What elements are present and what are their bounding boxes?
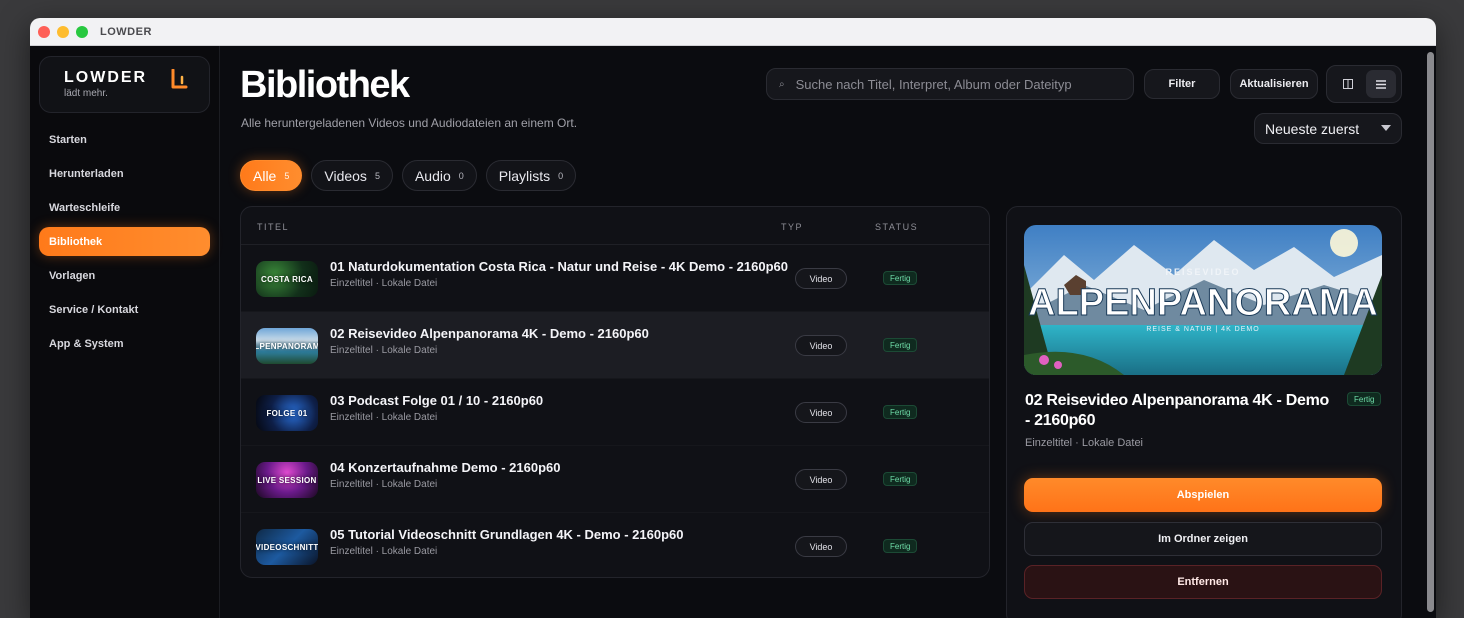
chip-label: Videos	[324, 167, 367, 184]
chip-count: 5	[374, 170, 380, 181]
row-title: 02 Reisevideo Alpenpanorama 4K - Demo - …	[330, 326, 649, 341]
chevron-down-icon	[1381, 125, 1391, 131]
list-view-icon[interactable]	[1365, 70, 1396, 98]
chip-playlists[interactable]: Playlists 0	[485, 160, 577, 191]
row-thumbnail: FOLGE 01	[256, 395, 318, 431]
status-badge: Fertig	[883, 338, 918, 352]
status-badge: Fertig	[883, 271, 918, 285]
sidebar-item-app-system[interactable]: App & System	[39, 329, 210, 358]
search-input[interactable]	[795, 76, 1116, 92]
type-badge: Video	[795, 335, 847, 356]
row-title: 04 Konzertaufnahme Demo - 2160p60	[330, 460, 561, 475]
chip-count: 0	[558, 170, 564, 181]
library-table: TITEL TYP STATUS COSTA RICA 01 Naturdoku…	[240, 206, 990, 578]
sort-label: Neueste zuerst	[1265, 120, 1360, 137]
row-title: 03 Podcast Folge 01 / 10 - 2160p60	[330, 393, 544, 408]
row-thumbnail: VIDEOSCHNITT	[256, 529, 318, 565]
sidebar-item-bibliothek[interactable]: Bibliothek	[39, 227, 210, 256]
row-meta: Einzeltitel · Lokale Datei	[330, 479, 438, 490]
sidebar-nav: Starten Herunterladen Warteschleife Bibl…	[39, 125, 210, 358]
sidebar-item-herunterladen[interactable]: Herunterladen	[39, 159, 210, 188]
column-header-type[interactable]: TYP	[781, 222, 803, 232]
zoom-window-button[interactable]	[76, 25, 88, 38]
status-badge: Fertig	[883, 472, 918, 486]
type-badge: Video	[795, 402, 847, 423]
sidebar-item-service[interactable]: Service / Kontakt	[39, 295, 210, 324]
sidebar-item-warteschleife[interactable]: Warteschleife	[39, 193, 210, 222]
window-title: LOWDER	[100, 25, 152, 38]
row-thumbnail: ALPENPANORAMA	[256, 328, 318, 364]
view-toggle	[1326, 65, 1402, 103]
status-badge: Fertig	[1347, 392, 1382, 406]
detail-panel: REISEVIDEO ALPENPANORAMA REISE & NATUR |…	[1006, 206, 1402, 618]
sort-select[interactable]: Neueste zuerst	[1254, 113, 1402, 144]
app-window: LOWDER LOWDER lädt mehr. Starten Herunte…	[30, 18, 1436, 618]
column-header-status[interactable]: STATUS	[875, 222, 918, 232]
row-thumbnail: COSTA RICA	[256, 261, 318, 297]
page-subtitle: Alle heruntergeladenen Videos und Audiod…	[241, 116, 578, 130]
table-row[interactable]: LIVE SESSION 04 Konzertaufnahme Demo - 2…	[241, 446, 989, 513]
table-row[interactable]: VIDEOSCHNITT 05 Tutorial Videoschnitt Gr…	[241, 513, 989, 577]
title-bar: LOWDER	[30, 18, 1436, 46]
close-window-button[interactable]	[38, 25, 50, 38]
page-title: Bibliothek	[240, 64, 410, 106]
chip-audio[interactable]: Audio 0	[401, 160, 477, 191]
type-badge: Video	[795, 469, 847, 490]
filter-chips: Alle 5 Videos 5 Audio 0 Playlists 0	[240, 160, 577, 191]
detail-title: 02 Reisevideo Alpenpanorama 4K - Demo - …	[1025, 392, 1329, 429]
show-in-folder-button[interactable]: Im Ordner zeigen	[1024, 522, 1382, 556]
chip-label: Audio	[414, 167, 451, 184]
column-header-title[interactable]: TITEL	[257, 222, 289, 232]
filter-button[interactable]: Filter	[1144, 69, 1220, 99]
scrollbar[interactable]	[1427, 52, 1434, 612]
remove-button[interactable]: Entfernen	[1024, 565, 1382, 599]
chip-alle[interactable]: Alle 5	[240, 160, 303, 191]
minimize-window-button[interactable]	[57, 25, 69, 38]
row-thumbnail: LIVE SESSION	[256, 462, 318, 498]
table-row[interactable]: ALPENPANORAMA 02 Reisevideo Alpenpanoram…	[241, 312, 989, 379]
row-meta: Einzeltitel · Lokale Datei	[330, 412, 438, 423]
status-badge: Fertig	[883, 405, 918, 419]
type-badge: Video	[795, 536, 847, 557]
play-button[interactable]: Abspielen	[1024, 478, 1382, 512]
chip-label: Alle	[253, 167, 277, 184]
main-content: Bibliothek Alle heruntergeladenen Videos…	[220, 46, 1436, 618]
row-meta: Einzeltitel · Lokale Datei	[330, 345, 438, 356]
app-logo: LOWDER lädt mehr.	[39, 56, 210, 113]
row-meta: Einzeltitel · Lokale Datei	[330, 278, 438, 289]
row-meta: Einzeltitel · Lokale Datei	[330, 546, 438, 557]
sidebar: LOWDER lädt mehr. Starten Herunterladen …	[30, 46, 220, 618]
sidebar-item-starten[interactable]: Starten	[39, 125, 210, 154]
sidebar-item-vorlagen[interactable]: Vorlagen	[39, 261, 210, 290]
refresh-button[interactable]: Aktualisieren	[1230, 69, 1318, 99]
detail-meta: Einzeltitel · Lokale Datei	[1025, 437, 1144, 449]
table-row[interactable]: FOLGE 01 03 Podcast Folge 01 / 10 - 2160…	[241, 379, 989, 446]
chip-count: 5	[284, 170, 290, 181]
preview-tagline: REISE & NATUR | 4K DEMO	[1146, 326, 1259, 333]
status-badge: Fertig	[883, 539, 918, 553]
table-header: TITEL TYP STATUS	[241, 207, 989, 245]
preview-headline: ALPENPANORAMA	[1028, 282, 1378, 324]
logo-arrow-icon	[171, 69, 188, 89]
grid-view-icon[interactable]	[1333, 70, 1363, 98]
type-badge: Video	[795, 268, 847, 289]
chip-videos[interactable]: Videos 5	[311, 160, 393, 191]
chip-label: Playlists	[498, 167, 551, 184]
search-box[interactable]: ⌕	[766, 68, 1134, 100]
row-title: 05 Tutorial Videoschnitt Grundlagen 4K -…	[330, 527, 684, 542]
row-title: 01 Naturdokumentation Costa Rica - Natur…	[330, 259, 788, 274]
chip-count: 0	[458, 170, 464, 181]
preview-kicker: REISEVIDEO	[1165, 267, 1240, 277]
search-icon: ⌕	[779, 78, 785, 90]
table-row[interactable]: COSTA RICA 01 Naturdokumentation Costa R…	[241, 245, 989, 312]
preview-image: REISEVIDEO ALPENPANORAMA REISE & NATUR |…	[1024, 225, 1382, 375]
